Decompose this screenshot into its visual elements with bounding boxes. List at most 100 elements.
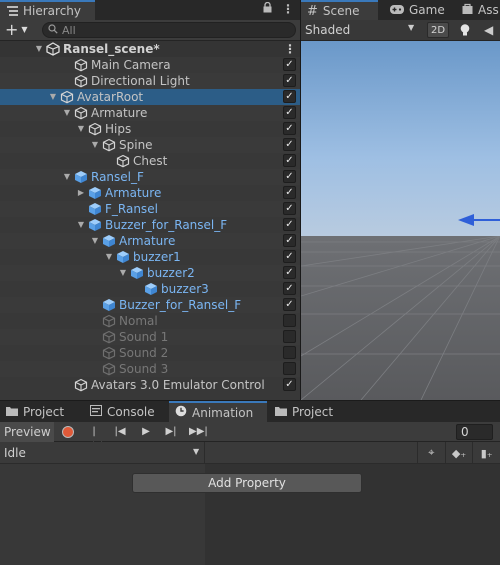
row-label: Buzzer_for_Ransel_F [119, 298, 242, 312]
hierarchy-row[interactable]: ▼ Spine ✓ [0, 137, 300, 153]
lightbulb-icon[interactable] [458, 23, 472, 37]
active-toggle-checkbox[interactable]: ✓ [283, 218, 296, 231]
hierarchy-row[interactable]: Buzzer_for_Ransel_F ✓ [0, 297, 300, 313]
tab-console[interactable]: Console [84, 401, 167, 422]
tab-project[interactable]: Project [0, 401, 82, 422]
more-options-icon[interactable]: ⋮ [282, 2, 294, 16]
gameobject-cube-icon [74, 58, 88, 72]
active-toggle-checkbox[interactable]: ✓ [283, 202, 296, 215]
hierarchy-row[interactable]: ▼ AvatarRoot ✓ [0, 89, 300, 105]
shading-mode-dropdown[interactable]: Shaded [305, 23, 350, 37]
row-label: buzzer1 [133, 250, 181, 264]
expand-arrow-icon[interactable]: ▼ [62, 105, 72, 121]
hierarchy-row[interactable]: Directional Light ✓ [0, 73, 300, 89]
active-toggle-checkbox[interactable]: ✓ [283, 90, 296, 103]
hierarchy-row[interactable]: ▼ Armature ✓ [0, 105, 300, 121]
active-toggle-checkbox[interactable]: ✓ [283, 58, 296, 71]
chevron-down-icon: ▼ [21, 25, 28, 34]
expand-arrow-icon[interactable]: ▼ [118, 265, 128, 281]
play-icon[interactable]: ▶ [138, 425, 154, 439]
audio-icon[interactable]: ◀ [484, 23, 493, 37]
add-keyframe-icon[interactable]: ◆₊ [444, 442, 473, 464]
search-input[interactable]: All [42, 22, 296, 38]
hierarchy-row[interactable]: Sound 3 ✓ [0, 361, 300, 377]
gameobject-cube-icon [102, 314, 116, 328]
active-toggle-checkbox[interactable]: ✓ [283, 378, 296, 391]
active-toggle-checkbox[interactable]: ✓ [283, 330, 296, 343]
next-key-icon[interactable]: ▶| [163, 425, 179, 439]
add-event-icon[interactable]: ▮₊ [472, 442, 500, 464]
active-toggle-checkbox[interactable]: ✓ [283, 154, 296, 167]
hierarchy-row[interactable]: F_Ransel ✓ [0, 201, 300, 217]
console-icon [90, 404, 102, 419]
hierarchy-row[interactable]: Nomal ✓ [0, 313, 300, 329]
row-label: Chest [133, 154, 168, 168]
hierarchy-row[interactable]: Avatars 3.0 Emulator Control ✓ [0, 377, 300, 393]
expand-arrow-icon[interactable]: ▼ [48, 89, 58, 105]
tab-animation[interactable]: Animation [169, 401, 267, 422]
hierarchy-row[interactable]: ▼ Hips ✓ [0, 121, 300, 137]
transform-gizmo-arrow[interactable] [458, 214, 500, 229]
hierarchy-row[interactable]: ▼ buzzer1 ✓ [0, 249, 300, 265]
active-toggle-checkbox[interactable]: ✓ [283, 74, 296, 87]
previous-key-icon[interactable]: |◀ [112, 425, 128, 439]
active-toggle-checkbox[interactable]: ✓ [283, 266, 296, 279]
filter-by-selection-icon[interactable]: ⌖ [417, 442, 445, 464]
hierarchy-row[interactable]: Chest ✓ [0, 153, 300, 169]
active-toggle-checkbox[interactable]: ✓ [283, 122, 296, 135]
hierarchy-row[interactable]: Sound 2 ✓ [0, 345, 300, 361]
hierarchy-row[interactable]: ▼ Armature ✓ [0, 233, 300, 249]
lock-icon[interactable] [263, 1, 272, 16]
active-toggle-checkbox[interactable]: ✓ [283, 282, 296, 295]
tab-scene[interactable]: # Scene [301, 0, 378, 20]
active-toggle-checkbox[interactable]: ✓ [283, 170, 296, 183]
active-toggle-checkbox[interactable]: ✓ [283, 314, 296, 327]
active-toggle-checkbox[interactable]: ✓ [283, 106, 296, 119]
scene-toolbar: Shaded ▼ 2D ◀ [301, 20, 500, 41]
active-toggle-checkbox[interactable]: ✓ [283, 346, 296, 359]
expand-arrow-icon[interactable]: ▼ [90, 233, 100, 249]
hierarchy-panel: Hierarchy ⋮ + ▼ All ▼ Ransel_scene* ⋮ Main … [0, 0, 300, 400]
tab-hierarchy[interactable]: Hierarchy [0, 0, 95, 20]
collapsed-arrow-icon[interactable]: ▶ [76, 185, 86, 201]
active-toggle-checkbox[interactable]: ✓ [283, 138, 296, 151]
scene-panel: # Scene Game Ass Shaded ▼ 2D ◀ [301, 0, 500, 400]
tab-console-label: Console [107, 404, 155, 419]
scene-row[interactable]: ▼ Ransel_scene* ⋮ [0, 41, 300, 57]
scene-options-icon[interactable]: ⋮ [284, 41, 296, 57]
clip-bar: Idle ▼ ⌖ ◆₊ ▮₊ [0, 442, 500, 464]
record-icon[interactable] [62, 426, 74, 438]
hierarchy-row[interactable]: ▼ buzzer2 ✓ [0, 265, 300, 281]
hierarchy-row[interactable]: Main Camera ✓ [0, 57, 300, 73]
first-key-icon[interactable]: |◀◀ [86, 425, 102, 451]
tab-game[interactable]: Game [384, 0, 445, 20]
preview-toggle[interactable]: Preview [0, 422, 54, 442]
toggle-2d-button[interactable]: 2D [427, 22, 449, 38]
expand-arrow-icon[interactable]: ▼ [76, 217, 86, 233]
hierarchy-row[interactable]: ▼ Buzzer_for_Ransel_F ✓ [0, 217, 300, 233]
expand-arrow-icon[interactable]: ▼ [76, 121, 86, 137]
hierarchy-row[interactable]: buzzer3 ✓ [0, 281, 300, 297]
expand-arrow-icon[interactable]: ▼ [90, 137, 100, 153]
last-key-icon[interactable]: ▶▶| [189, 425, 208, 439]
row-label: Avatars 3.0 Emulator Control [91, 378, 265, 392]
search-placeholder: All [62, 23, 76, 37]
active-toggle-checkbox[interactable]: ✓ [283, 186, 296, 199]
tab-project-2[interactable]: Project [269, 401, 359, 422]
row-label: Nomal [119, 314, 158, 328]
active-toggle-checkbox[interactable]: ✓ [283, 250, 296, 263]
hierarchy-row[interactable]: ▼ Ransel_F ✓ [0, 169, 300, 185]
active-toggle-checkbox[interactable]: ✓ [283, 234, 296, 247]
active-toggle-checkbox[interactable]: ✓ [283, 298, 296, 311]
active-toggle-checkbox[interactable]: ✓ [283, 362, 296, 375]
expand-arrow-icon[interactable]: ▼ [62, 169, 72, 185]
clip-dropdown[interactable]: Idle ▼ [0, 442, 205, 464]
tab-asset-store[interactable]: Ass [456, 0, 499, 20]
expand-arrow-icon[interactable]: ▼ [34, 41, 44, 57]
hierarchy-row[interactable]: ▶ Armature ✓ [0, 185, 300, 201]
create-dropdown-button[interactable]: + ▼ [5, 22, 28, 38]
frame-number-field[interactable]: 0 [456, 424, 493, 440]
hierarchy-row[interactable]: Sound 1 ✓ [0, 329, 300, 345]
expand-arrow-icon[interactable]: ▼ [104, 249, 114, 265]
add-property-button[interactable]: Add Property [132, 473, 362, 493]
